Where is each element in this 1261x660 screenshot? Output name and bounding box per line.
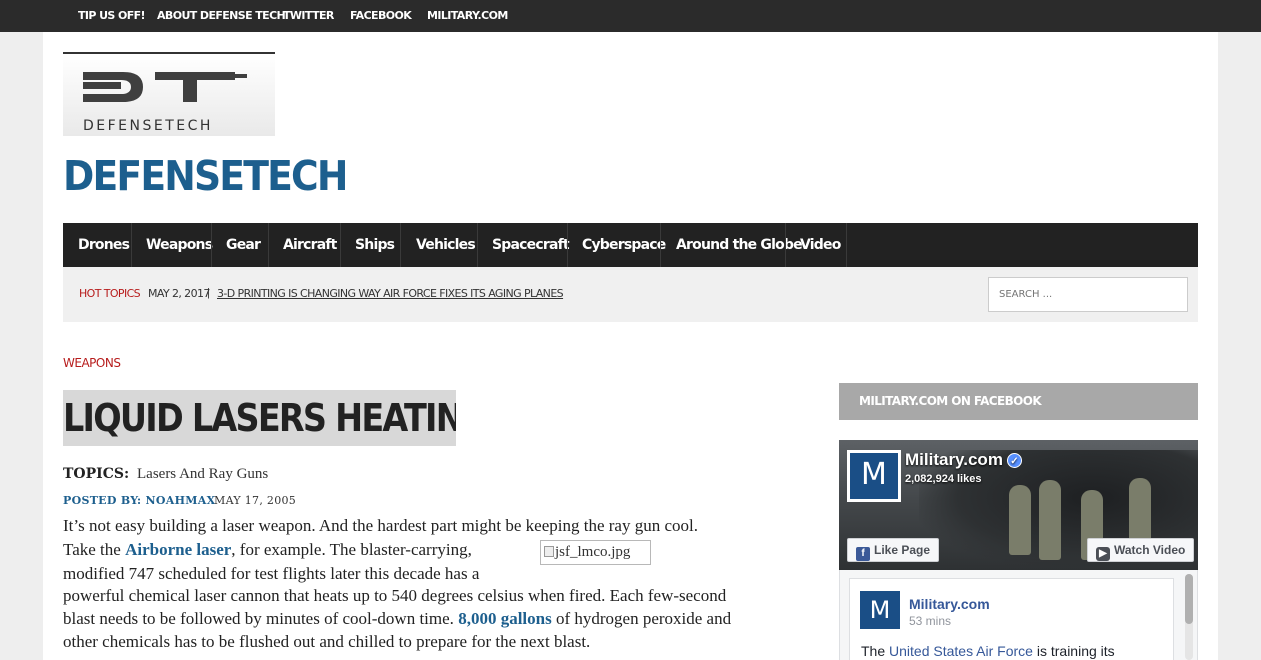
nav-spacecraft[interactable]: Spacecraft xyxy=(492,223,570,267)
nav-drones[interactable]: Drones xyxy=(78,223,130,267)
topnav-about[interactable]: ABOUT DEFENSE TECH xyxy=(157,0,286,32)
author-link[interactable]: POSTED BY: NOAHMAX xyxy=(63,494,215,507)
fb-likes-count: 2,082,924 likes xyxy=(905,473,982,485)
topnav-twitter[interactable]: TWITTER xyxy=(283,0,334,32)
verified-icon: ✓ xyxy=(1006,453,1022,468)
topics-link[interactable]: Lasers And Ray Guns xyxy=(137,466,268,483)
dt-logo-mark xyxy=(83,72,247,102)
post-author[interactable]: Military.com xyxy=(909,596,990,612)
article-line: modified 747 scheduled for test flights … xyxy=(63,564,480,583)
nav-aircraft[interactable]: Aircraft xyxy=(283,223,337,267)
gallons-link[interactable]: 8,000 gallons xyxy=(458,609,552,628)
topnav-military-com[interactable]: MILITARY.COM xyxy=(427,0,508,32)
broken-image-icon xyxy=(544,546,554,557)
sidebar-heading: MILITARY.COM ON FACEBOOK xyxy=(839,383,1198,420)
scroll-thumb[interactable] xyxy=(1185,574,1193,624)
nav-weapons[interactable]: Weapons xyxy=(146,223,213,267)
main-nav: Drones Weapons Gear Aircraft Ships Vehic… xyxy=(63,223,1198,267)
nav-around-the-globe[interactable]: Around the Globe xyxy=(676,223,803,267)
facebook-icon: f xyxy=(856,547,870,561)
topnav-facebook[interactable]: FACEBOOK xyxy=(350,0,412,32)
top-utility-bar: TIP US OFF! ABOUT DEFENSE TECH TWITTER F… xyxy=(0,0,1261,32)
fb-post: M Military.com 53 mins The United States… xyxy=(849,578,1174,660)
feed-scrollbar[interactable] xyxy=(1185,574,1193,660)
hot-topics-separator: | xyxy=(207,287,210,299)
article-line: powerful chemical laser cannon that heat… xyxy=(63,586,727,605)
post-date: MAY 17, 2005 xyxy=(214,494,297,507)
nav-gear[interactable]: Gear xyxy=(226,223,261,267)
hot-topics-headline[interactable]: 3-D PRINTING IS CHANGING WAY AIR FORCE F… xyxy=(217,287,564,300)
post-text: The United States Air Force is training … xyxy=(861,643,1115,659)
nav-video[interactable]: Video xyxy=(800,223,841,267)
topnav-tip-us-off[interactable]: TIP US OFF! xyxy=(78,0,146,32)
site-logo[interactable]: DEFENSETECH xyxy=(63,52,275,136)
like-page-button[interactable]: f Like Page xyxy=(847,538,940,562)
facebook-feed: M Military.com 53 mins The United States… xyxy=(839,570,1198,660)
article-title: LIQUID LASERS HEATING UP xyxy=(63,390,456,446)
nav-ships[interactable]: Ships xyxy=(355,223,395,267)
article-line: other chemicals has to be flushed out an… xyxy=(63,632,591,651)
video-icon: ▶ xyxy=(1096,547,1110,561)
watch-video-button[interactable]: ▶ Watch Video xyxy=(1087,538,1195,562)
search-input[interactable] xyxy=(988,277,1188,312)
hot-topics-bar: HOT TOPICS MAY 2, 2017 | 3-D PRINTING IS… xyxy=(63,267,1198,322)
article-line: It’s not easy building a laser weapon. A… xyxy=(63,516,698,535)
military-logo[interactable]: M xyxy=(847,450,901,502)
site-title[interactable]: DEFENSETECH xyxy=(63,152,348,200)
article-line: Take the Airborne laser, for example. Th… xyxy=(63,540,472,559)
usaf-link[interactable]: United States Air Force xyxy=(889,643,1033,659)
post-avatar[interactable]: M xyxy=(860,591,900,629)
fb-page-name[interactable]: Military.com ✓ xyxy=(905,450,1022,470)
article-line: blast needs to be followed by minutes of… xyxy=(63,609,732,628)
hot-topics-label: HOT TOPICS xyxy=(79,287,141,300)
nav-cyberspace[interactable]: Cyberspace xyxy=(582,223,666,267)
hot-topics-date: MAY 2, 2017 xyxy=(148,287,210,300)
logo-wordmark: DEFENSETECH xyxy=(83,118,213,134)
topics-label: TOPICS: xyxy=(63,466,130,482)
facebook-cover[interactable]: M Military.com ✓ 2,082,924 likes f Like Pa… xyxy=(839,440,1198,570)
article-category[interactable]: WEAPONS xyxy=(63,356,121,370)
nav-vehicles[interactable]: Vehicles xyxy=(416,223,476,267)
post-time[interactable]: 53 mins xyxy=(909,614,951,628)
airborne-laser-link[interactable]: Airborne laser xyxy=(125,540,231,559)
broken-image-placeholder: jsf_lmco.jpg xyxy=(540,540,651,565)
